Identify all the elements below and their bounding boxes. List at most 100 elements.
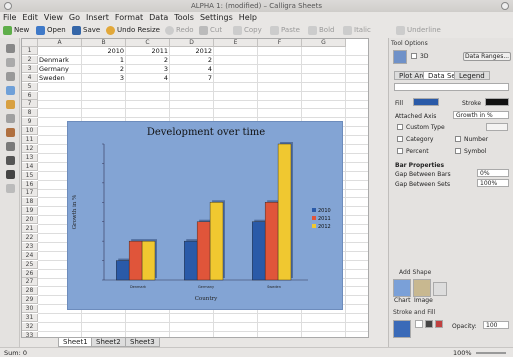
- zoom-slider[interactable]: [476, 352, 506, 354]
- cell-value[interactable]: 1: [83, 56, 124, 64]
- menu-format[interactable]: Format: [112, 12, 146, 23]
- row-header-14[interactable]: 14: [22, 162, 38, 171]
- image-shape-icon[interactable]: [413, 279, 431, 297]
- copy-button[interactable]: Copy: [233, 24, 262, 37]
- row-header-32[interactable]: 32: [22, 322, 38, 331]
- embedded-chart[interactable]: Development over time Growth in % Country D…: [67, 121, 343, 310]
- fill-color-button[interactable]: [413, 98, 439, 106]
- menu-tools[interactable]: Tools: [171, 12, 197, 23]
- row-header-31[interactable]: 31: [22, 314, 38, 322]
- stroke-color-button[interactable]: [485, 98, 509, 106]
- close-window-icon[interactable]: [501, 2, 509, 10]
- tab-sheet1[interactable]: Sheet1: [58, 338, 93, 347]
- draw-tool-icon[interactable]: [6, 100, 15, 109]
- cell-header[interactable]: 2010: [83, 47, 124, 55]
- row-header-23[interactable]: 23: [22, 242, 38, 251]
- row-header-26[interactable]: 26: [22, 269, 38, 278]
- row-header-28[interactable]: 28: [22, 287, 38, 296]
- cell-value[interactable]: 2: [83, 65, 124, 73]
- percent-checkbox[interactable]: [397, 148, 403, 154]
- underline-button[interactable]: Underline: [396, 24, 441, 37]
- column-header-b[interactable]: B: [82, 39, 126, 47]
- row-header-19[interactable]: 19: [22, 207, 38, 216]
- save-button[interactable]: Save: [72, 24, 100, 37]
- custom-type-select[interactable]: [486, 123, 508, 131]
- row-header-1[interactable]: 1: [22, 47, 38, 55]
- zoom-tool-icon[interactable]: [6, 58, 15, 67]
- row-header-3[interactable]: 3: [22, 64, 38, 73]
- cell-value[interactable]: 2: [171, 56, 212, 64]
- symbol-checkbox[interactable]: [455, 148, 461, 154]
- menu-help[interactable]: Help: [236, 12, 260, 23]
- pen-tool-icon[interactable]: [6, 128, 15, 137]
- connector-tool-icon[interactable]: [6, 170, 15, 179]
- row-header-12[interactable]: 12: [22, 144, 38, 153]
- row-header-7[interactable]: 7: [22, 100, 38, 109]
- path-tool-icon[interactable]: [6, 114, 15, 123]
- data-ranges-button[interactable]: Data Ranges...: [463, 52, 511, 61]
- row-header-10[interactable]: 10: [22, 127, 38, 136]
- menu-settings[interactable]: Settings: [197, 12, 236, 23]
- row-header-27[interactable]: 27: [22, 278, 38, 287]
- opacity-spinbox[interactable]: 100: [483, 321, 509, 329]
- paste-button[interactable]: Paste: [270, 24, 300, 37]
- row-header-9[interactable]: 9: [22, 118, 38, 127]
- tab-sheet3[interactable]: Sheet3: [125, 338, 160, 347]
- select-tool-icon[interactable]: [6, 44, 15, 53]
- menu-edit[interactable]: Edit: [19, 12, 41, 23]
- row-header-30[interactable]: 30: [22, 305, 38, 314]
- menu-view[interactable]: View: [41, 12, 66, 23]
- undo-button[interactable]: Undo Resize: [106, 24, 160, 37]
- row-header-24[interactable]: 24: [22, 251, 38, 260]
- zoom-level[interactable]: 100%: [453, 348, 472, 357]
- menu-file[interactable]: File: [0, 12, 19, 23]
- gap-bars-spinbox[interactable]: 0%: [477, 169, 509, 177]
- row-header-15[interactable]: 15: [22, 171, 38, 180]
- no-fill-icon[interactable]: [415, 320, 423, 328]
- cell-value[interactable]: 2: [127, 56, 168, 64]
- tab-sheet2[interactable]: Sheet2: [91, 338, 126, 347]
- cell-country[interactable]: Denmark: [39, 56, 80, 64]
- cell-value[interactable]: 7: [171, 74, 212, 82]
- row-header-21[interactable]: 21: [22, 225, 38, 233]
- row-header-11[interactable]: 11: [22, 136, 38, 144]
- row-header-13[interactable]: 13: [22, 153, 38, 162]
- tab-legend[interactable]: Legend: [454, 71, 490, 80]
- text-tool-icon[interactable]: [6, 72, 15, 81]
- cell-value[interactable]: 3: [83, 74, 124, 82]
- attached-axis-select[interactable]: Growth in %: [453, 111, 509, 119]
- cut-button[interactable]: Cut: [199, 24, 222, 37]
- column-header-f[interactable]: F: [258, 39, 302, 47]
- other-shape-icon[interactable]: [433, 282, 447, 296]
- window-menu-icon[interactable]: [4, 2, 12, 10]
- bold-button[interactable]: Bold: [308, 24, 334, 37]
- chart-tool-icon[interactable]: [6, 184, 15, 193]
- row-header-5[interactable]: 5: [22, 82, 38, 91]
- cell-value[interactable]: 4: [127, 74, 168, 82]
- custom-type-checkbox[interactable]: [397, 124, 403, 130]
- row-header-17[interactable]: 17: [22, 189, 38, 198]
- new-button[interactable]: New: [3, 24, 29, 37]
- row-header-16[interactable]: 16: [22, 180, 38, 189]
- solid-fill-icon[interactable]: [425, 320, 433, 328]
- column-header-g[interactable]: G: [302, 39, 346, 47]
- row-header-20[interactable]: 20: [22, 216, 38, 225]
- gradient-fill-icon[interactable]: [435, 320, 443, 328]
- category-checkbox[interactable]: [397, 136, 403, 142]
- row-header-4[interactable]: 4: [22, 73, 38, 82]
- row-header-18[interactable]: 18: [22, 198, 38, 207]
- number-checkbox[interactable]: [455, 136, 461, 142]
- chart-type-icon[interactable]: [393, 50, 407, 64]
- dataset-select[interactable]: [394, 83, 509, 91]
- cell-value[interactable]: 4: [171, 65, 212, 73]
- column-header-c[interactable]: C: [126, 39, 170, 47]
- column-header-e[interactable]: E: [214, 39, 258, 47]
- row-header-2[interactable]: 2: [22, 55, 38, 64]
- row-header-22[interactable]: 22: [22, 233, 38, 242]
- cell-header[interactable]: 2011: [127, 47, 168, 55]
- cell-value[interactable]: 3: [127, 65, 168, 73]
- row-header-29[interactable]: 29: [22, 296, 38, 305]
- chart-shape-icon[interactable]: [393, 279, 411, 297]
- italic-button[interactable]: Italic: [343, 24, 371, 37]
- menu-go[interactable]: Go: [66, 12, 83, 23]
